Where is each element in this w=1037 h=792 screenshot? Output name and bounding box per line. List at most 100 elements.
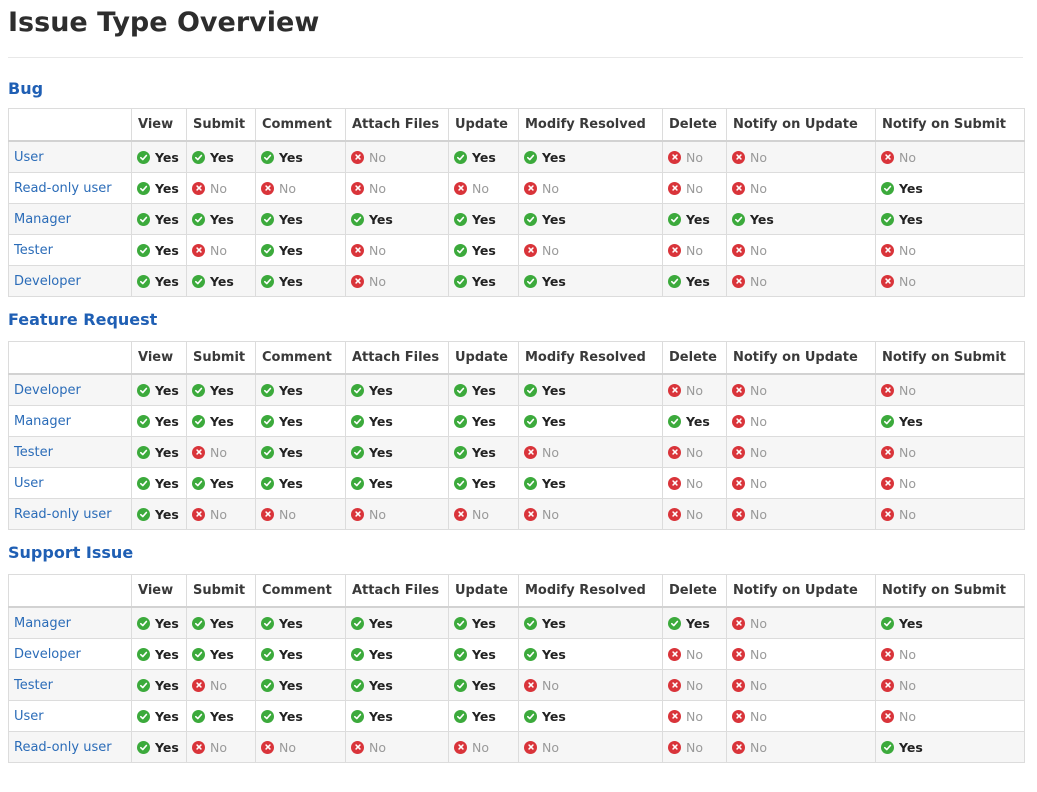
no-label: No <box>369 739 386 755</box>
permission-cell-notify-on-update: No <box>726 700 876 732</box>
role-link-developer[interactable]: Developer <box>8 638 132 670</box>
no-label: No <box>899 149 916 165</box>
check-circle-icon <box>137 181 150 195</box>
no-label: No <box>279 506 296 522</box>
table-row: Read-only user Yes No No No No No No No Yes <box>8 731 1025 763</box>
permission-cell-attach-files: Yes <box>345 467 449 499</box>
role-link-developer[interactable]: Developer <box>8 265 132 297</box>
x-circle-icon <box>668 181 681 195</box>
x-circle-icon <box>351 740 364 754</box>
permission-cell-submit: Yes <box>186 405 256 437</box>
permission-yes: Yes <box>454 414 496 429</box>
permission-no: No <box>732 616 767 631</box>
permission-no: No <box>732 709 767 724</box>
yes-label: Yes <box>686 413 710 429</box>
check-circle-icon <box>137 740 150 754</box>
yes-label: Yes <box>542 382 566 398</box>
column-header-notify-on-update: Notify on Update <box>726 341 876 375</box>
check-circle-icon <box>261 243 274 257</box>
column-header-modify-resolved: Modify Resolved <box>518 341 663 375</box>
no-label: No <box>369 180 386 196</box>
permission-cell-notify-on-update: No <box>726 265 876 297</box>
role-link-manager[interactable]: Manager <box>8 606 132 639</box>
check-circle-icon <box>668 274 681 288</box>
permission-cell-notify-on-submit: No <box>875 234 1025 266</box>
role-link-tester[interactable]: Tester <box>8 234 132 266</box>
permission-yes: Yes <box>261 445 303 460</box>
permission-no: No <box>261 507 296 522</box>
table-row: Manager Yes Yes Yes Yes Yes Yes Yes Yes Yes <box>8 203 1025 235</box>
permission-yes: Yes <box>137 647 179 662</box>
role-link-user[interactable]: User <box>8 700 132 732</box>
check-circle-icon <box>524 212 537 226</box>
permission-no: No <box>668 150 703 165</box>
no-label: No <box>542 444 559 460</box>
check-circle-icon <box>881 740 894 754</box>
column-header-notify-on-update: Notify on Update <box>726 574 876 608</box>
check-circle-icon <box>137 709 150 723</box>
no-label: No <box>899 273 916 289</box>
permission-no: No <box>454 507 489 522</box>
permission-yes: Yes <box>261 243 303 258</box>
role-link-user[interactable]: User <box>8 467 132 499</box>
permission-cell-update: Yes <box>448 203 519 235</box>
no-label: No <box>210 677 227 693</box>
check-circle-icon <box>192 647 205 661</box>
yes-label: Yes <box>369 646 393 662</box>
permission-no: No <box>261 740 296 755</box>
role-link-developer[interactable]: Developer <box>8 373 132 406</box>
page-title: Issue Type Overview <box>8 0 1023 58</box>
yes-label: Yes <box>279 211 303 227</box>
permission-cell-notify-on-submit: Yes <box>875 405 1025 437</box>
yes-label: Yes <box>472 211 496 227</box>
yes-label: Yes <box>369 708 393 724</box>
role-link-manager[interactable]: Manager <box>8 203 132 235</box>
x-circle-icon <box>732 414 745 428</box>
no-label: No <box>472 739 489 755</box>
permission-cell-view: Yes <box>131 498 187 530</box>
role-link-manager[interactable]: Manager <box>8 405 132 437</box>
permission-cell-update: Yes <box>448 373 519 406</box>
permission-cell-notify-on-update: No <box>726 731 876 763</box>
permission-yes: Yes <box>261 150 303 165</box>
permission-no: No <box>732 647 767 662</box>
yes-label: Yes <box>899 211 923 227</box>
permission-yes: Yes <box>137 616 179 631</box>
role-column-header <box>8 574 132 608</box>
x-circle-icon <box>732 476 745 490</box>
check-circle-icon <box>454 414 467 428</box>
role-link-tester[interactable]: Tester <box>8 669 132 701</box>
check-circle-icon <box>261 212 274 226</box>
permission-cell-delete: Yes <box>662 203 727 235</box>
x-circle-icon <box>668 709 681 723</box>
role-link-user[interactable]: User <box>8 140 132 173</box>
permission-yes: Yes <box>454 150 496 165</box>
permission-yes: Yes <box>192 616 234 631</box>
role-link-tester[interactable]: Tester <box>8 436 132 468</box>
yes-label: Yes <box>155 506 179 522</box>
permission-cell-view: Yes <box>131 467 187 499</box>
role-link-read-only-user[interactable]: Read-only user <box>8 731 132 763</box>
permission-no: No <box>668 445 703 460</box>
permission-cell-notify-on-update: No <box>726 498 876 530</box>
x-circle-icon <box>732 150 745 164</box>
permission-cell-attach-files: Yes <box>345 436 449 468</box>
check-circle-icon <box>351 678 364 692</box>
check-circle-icon <box>261 383 274 397</box>
role-link-read-only-user[interactable]: Read-only user <box>8 498 132 530</box>
x-circle-icon <box>881 476 894 490</box>
no-label: No <box>369 506 386 522</box>
yes-label: Yes <box>750 211 774 227</box>
x-circle-icon <box>732 678 745 692</box>
permission-yes: Yes <box>668 414 710 429</box>
no-label: No <box>210 242 227 258</box>
permission-cell-attach-files: Yes <box>345 405 449 437</box>
check-circle-icon <box>668 616 681 630</box>
role-link-read-only-user[interactable]: Read-only user <box>8 172 132 204</box>
yes-label: Yes <box>279 708 303 724</box>
yes-label: Yes <box>542 413 566 429</box>
x-circle-icon <box>524 181 537 195</box>
permission-cell-comment: No <box>255 498 346 530</box>
yes-label: Yes <box>472 708 496 724</box>
permission-yes: Yes <box>454 476 496 491</box>
